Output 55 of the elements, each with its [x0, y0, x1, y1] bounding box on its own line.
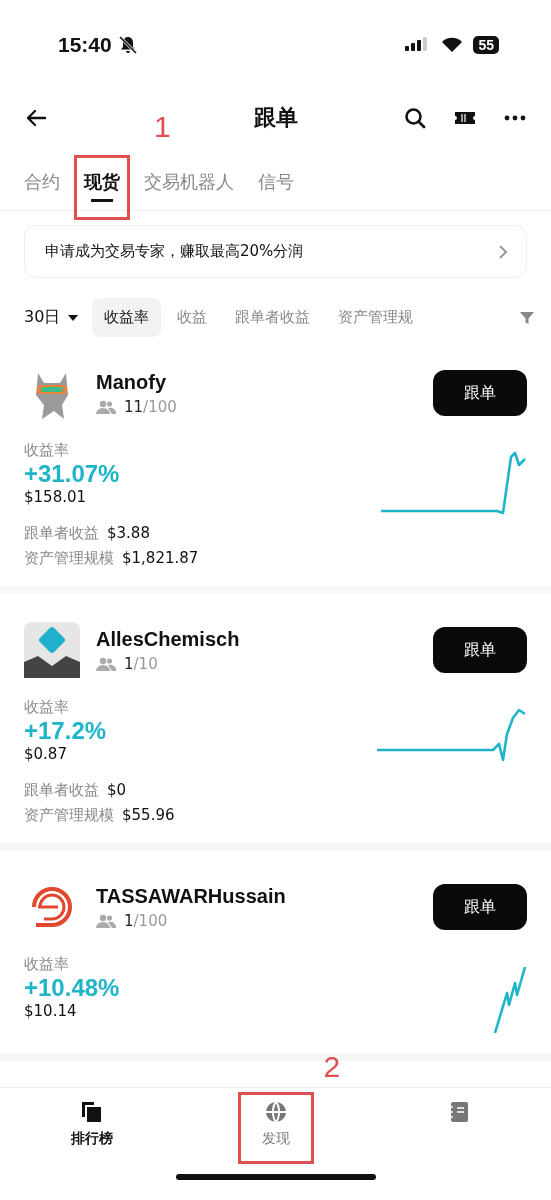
nav-item[interactable]: 发现: [253, 1088, 298, 1174]
muted-bell-icon: [117, 35, 138, 55]
sort-chip[interactable]: 跟单者收益: [223, 298, 323, 337]
copy-trade-button[interactable]: 跟单: [433, 370, 527, 416]
battery-level: 55: [473, 36, 499, 54]
stat-value: $3.88: [107, 524, 150, 543]
period-dropdown[interactable]: 30日: [24, 307, 79, 328]
copy-trade-button[interactable]: 跟单: [433, 884, 527, 930]
profit-amount: $158.01: [24, 488, 87, 506]
profit-amount: $10.14: [24, 1002, 77, 1020]
annotation-number: 2: [323, 1050, 341, 1084]
category-tab[interactable]: 信号: [250, 164, 302, 210]
sparkline: [493, 965, 527, 1035]
trader-name: AllesChemisch: [96, 627, 241, 651]
sort-chip[interactable]: 收益率: [92, 298, 162, 337]
category-tab[interactable]: 合约: [16, 164, 68, 210]
wifi-icon: [441, 37, 464, 53]
stat-value: $55.96: [122, 806, 175, 825]
stat-label: 资产管理规模: [24, 549, 114, 568]
stat-label: 跟单者收益: [24, 781, 99, 800]
annotation-number: 1: [154, 110, 171, 144]
caret-icon: [68, 314, 79, 321]
return-rate: +17.2%: [24, 717, 107, 745]
filter-icon[interactable]: [519, 309, 535, 326]
followers-icon: [96, 913, 116, 928]
return-rate: +10.48%: [24, 974, 120, 1002]
copy-trade-button[interactable]: 跟单: [433, 627, 527, 673]
metric-label: 收益率: [24, 955, 69, 974]
return-rate: +31.07%: [24, 460, 120, 488]
pages-icon: [79, 1100, 104, 1124]
trader-name: TASSAWARHussain: [96, 884, 287, 908]
annotation-frame: [74, 155, 130, 220]
stat-value: $0: [107, 781, 127, 800]
follower-count: 1/100: [124, 911, 168, 930]
metric-label: 收益率: [24, 698, 69, 717]
metric-label: 收益率: [24, 441, 69, 460]
trader-name: Manofy: [96, 370, 167, 394]
followers-icon: [96, 656, 116, 671]
search-icon[interactable]: [403, 106, 427, 130]
followers-icon: [96, 399, 116, 414]
profit-amount: $0.87: [24, 745, 67, 763]
trader-avatar: [24, 622, 80, 678]
category-tab[interactable]: 交易机器人: [136, 164, 242, 210]
stat-value: $1,821.87: [122, 549, 199, 568]
stat-label: 跟单者收益: [24, 524, 99, 543]
follower-count: 11/100: [124, 397, 177, 416]
page-title: 跟单: [253, 104, 298, 132]
globe-icon: [263, 1100, 288, 1124]
sort-chip[interactable]: 收益: [165, 298, 220, 337]
nav-item[interactable]: 排行榜: [62, 1088, 121, 1174]
sort-chip[interactable]: 资产管理规: [326, 298, 426, 337]
status-time: 15:40: [58, 33, 112, 57]
stat-label: 资产管理规模: [24, 806, 114, 825]
follower-count: 1/10: [124, 654, 158, 673]
expert-banner[interactable]: 申请成为交易专家，赚取最高20%分润: [24, 225, 527, 278]
